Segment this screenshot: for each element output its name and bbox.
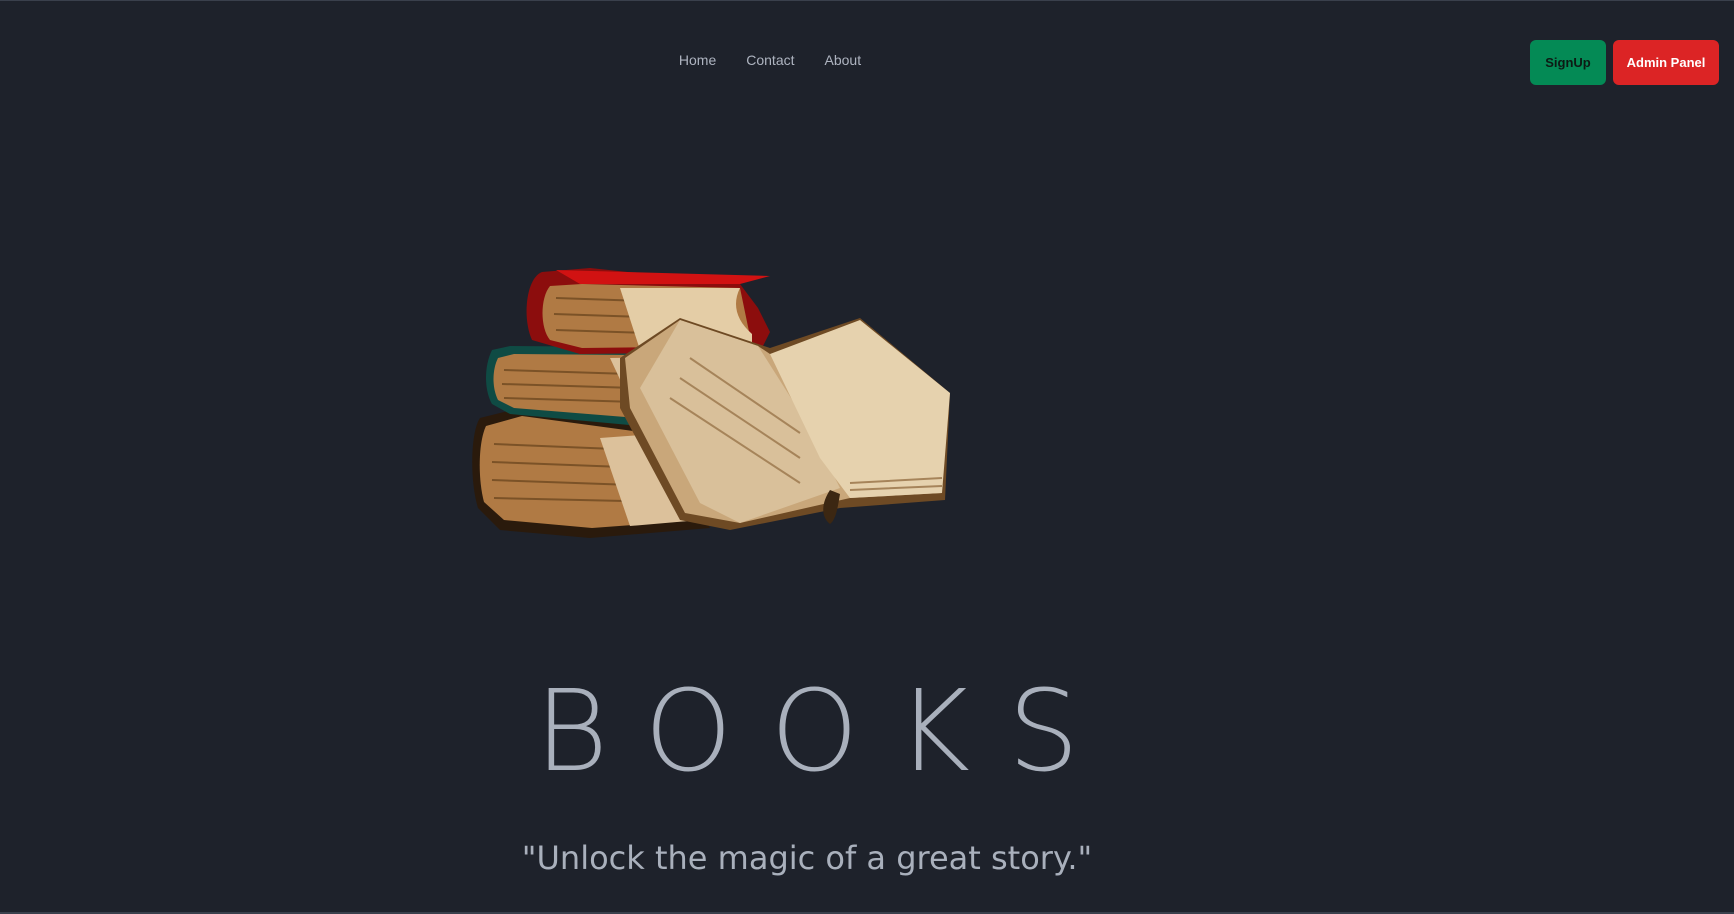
open-book <box>620 318 950 530</box>
books-illustration <box>472 268 950 538</box>
signup-button[interactable]: SignUp <box>1530 40 1606 85</box>
page-title: BOOKS <box>534 667 1118 797</box>
nav-about-link[interactable]: About <box>825 52 862 68</box>
nav-links: Home Contact About <box>679 52 861 68</box>
main-nav: Home Contact About <box>0 52 1734 68</box>
nav-contact-link[interactable]: Contact <box>746 52 794 68</box>
admin-panel-button[interactable]: Admin Panel <box>1613 40 1719 85</box>
top-border <box>0 0 1734 1</box>
tagline: "Unlock the magic of a great story." <box>521 839 1093 877</box>
nav-home-link[interactable]: Home <box>679 52 716 68</box>
